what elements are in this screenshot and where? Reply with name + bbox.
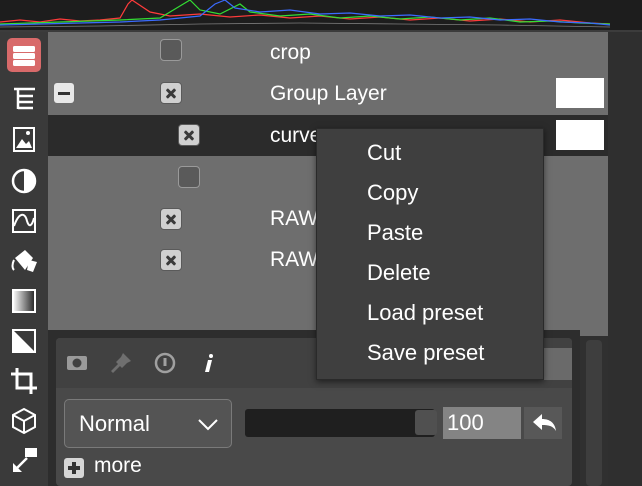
layer-label: RAW — [270, 207, 319, 230]
collapse-icon[interactable] — [54, 83, 74, 103]
chevron-down-icon — [198, 419, 218, 431]
blend-mode-select[interactable]: Normal — [64, 399, 232, 448]
right-gutter — [608, 32, 642, 486]
diagonal-icon[interactable] — [7, 324, 41, 358]
visibility-checkbox[interactable] — [178, 124, 200, 146]
layer-label: Group Layer — [270, 82, 387, 105]
layer-label: crop — [270, 41, 311, 64]
module-toolbar — [0, 32, 48, 486]
gradient-icon[interactable] — [7, 284, 41, 318]
histogram — [0, 0, 642, 30]
pin-icon[interactable] — [108, 350, 134, 376]
reset-button[interactable] — [524, 407, 562, 439]
info-circle-icon[interactable] — [152, 350, 178, 376]
contrast-icon[interactable] — [7, 164, 41, 198]
plus-icon[interactable] — [64, 458, 84, 478]
opacity-slider[interactable] — [245, 409, 435, 437]
context-menu: Cut Copy Paste Delete Load preset Save p… — [316, 128, 544, 380]
image-icon[interactable] — [7, 122, 41, 156]
visibility-checkbox[interactable] — [160, 39, 182, 61]
visibility-checkbox[interactable] — [178, 166, 200, 188]
crop-icon[interactable] — [7, 364, 41, 398]
paint-bucket-icon[interactable] — [7, 244, 41, 278]
cube-icon[interactable] — [7, 404, 41, 438]
layer-row[interactable]: Group Layer — [48, 73, 608, 114]
menu-item-cut[interactable]: Cut — [367, 133, 401, 173]
opacity-input[interactable]: 100 — [443, 407, 521, 439]
blend-mode-value: Normal — [79, 411, 150, 436]
info-icon[interactable] — [196, 350, 222, 376]
curve-icon[interactable] — [7, 204, 41, 238]
layer-tree-icon[interactable] — [7, 82, 41, 116]
layers-icon[interactable] — [7, 38, 41, 72]
undo-arrow-icon — [533, 414, 556, 431]
menu-item-save-preset[interactable]: Save preset — [367, 333, 484, 373]
resize-icon[interactable] — [7, 444, 41, 478]
layer-row[interactable]: crop — [48, 32, 608, 73]
more-label[interactable]: more — [94, 452, 142, 480]
visibility-checkbox[interactable] — [160, 249, 182, 271]
menu-item-delete[interactable]: Delete — [367, 253, 431, 293]
menu-item-paste[interactable]: Paste — [367, 213, 423, 253]
mask-icon[interactable] — [64, 350, 90, 376]
menu-item-copy[interactable]: Copy — [367, 173, 418, 213]
visibility-checkbox[interactable] — [160, 82, 182, 104]
layer-mask-thumbnail[interactable] — [556, 120, 604, 150]
property-field[interactable] — [540, 348, 572, 380]
opacity-value: 100 — [447, 410, 484, 435]
layer-mask-thumbnail[interactable] — [556, 78, 604, 108]
visibility-checkbox[interactable] — [160, 208, 182, 230]
menu-item-load-preset[interactable]: Load preset — [367, 293, 483, 333]
opacity-slider-handle[interactable] — [415, 410, 437, 435]
scrollbar-thumb[interactable] — [586, 340, 602, 486]
layer-label: RAW — [270, 248, 319, 271]
